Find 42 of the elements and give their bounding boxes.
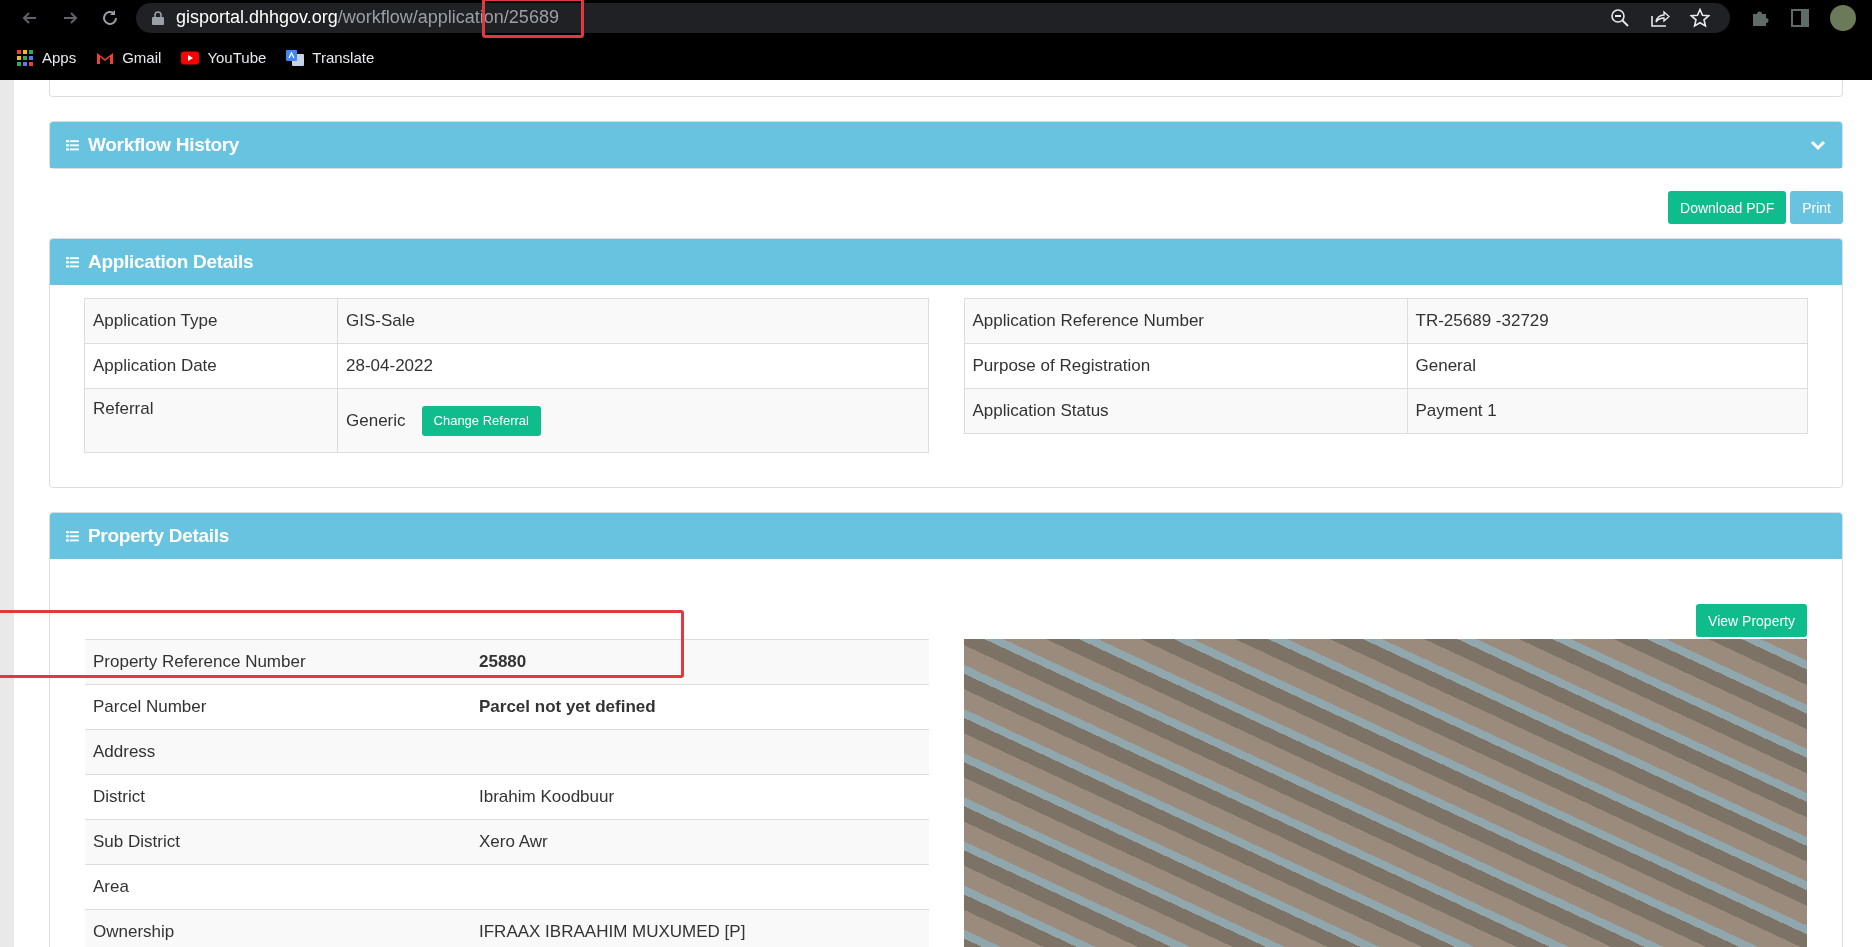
play-icon <box>181 49 200 66</box>
list-icon <box>66 139 79 151</box>
value-text: Generic <box>346 410 406 431</box>
label-cell: Referral <box>84 388 338 453</box>
bookmark-link[interactable]: YouTube <box>181 49 267 66</box>
value-cell: GIS-Sale <box>337 298 928 344</box>
list-icon <box>66 530 79 542</box>
label-cell: Ownership <box>85 909 471 947</box>
label-cell: Purpose of Registration <box>964 343 1407 389</box>
star-icon[interactable] <box>1690 7 1710 28</box>
label-cell: Area <box>85 864 471 910</box>
value-cell: Payment 1 <box>1407 388 1808 434</box>
bookmark-link[interactable]: Translate <box>286 49 375 66</box>
translate-icon <box>286 49 305 66</box>
value-cell: Parcel not yet defined <box>471 684 929 730</box>
label-cell: District <box>85 774 471 820</box>
value-cell: TR-25689 -32729 <box>1407 298 1808 344</box>
value-cell: 25880 <box>471 639 929 685</box>
side-panel-icon[interactable] <box>1790 7 1810 28</box>
apps-grid-icon <box>16 49 34 66</box>
value-cell: 28-04-2022 <box>337 343 928 389</box>
value-cell: Xero Awr <box>471 819 929 865</box>
label-cell: Parcel Number <box>85 684 471 730</box>
panel-title: Application Details <box>88 251 254 273</box>
label-cell: Property Reference Number <box>85 639 471 685</box>
bookmark-link[interactable]: Gmail <box>96 49 162 66</box>
panel-title: Workflow History <box>88 134 240 156</box>
label-cell: Application Type <box>84 298 338 344</box>
label-cell: Sub District <box>85 819 471 865</box>
value-cell: IFRAAX IBRAAHIM MUXUMED [P] <box>471 909 929 947</box>
label-cell: Address <box>85 729 471 775</box>
label-cell: Application Date <box>84 343 338 389</box>
value-cell: Ibrahim Koodbuur <box>471 774 929 820</box>
bookmark-link[interactable]: Apps <box>16 49 77 66</box>
label-cell: Application Status <box>964 388 1407 434</box>
value-cell: General <box>1407 343 1808 389</box>
profile-avatar[interactable] <box>1830 4 1856 31</box>
list-icon <box>66 256 79 268</box>
label-cell: Application Reference Number <box>964 298 1407 344</box>
lock-icon <box>152 10 164 25</box>
zoom-out-icon[interactable] <box>1610 7 1630 28</box>
panel-title: Property Details <box>88 525 229 547</box>
